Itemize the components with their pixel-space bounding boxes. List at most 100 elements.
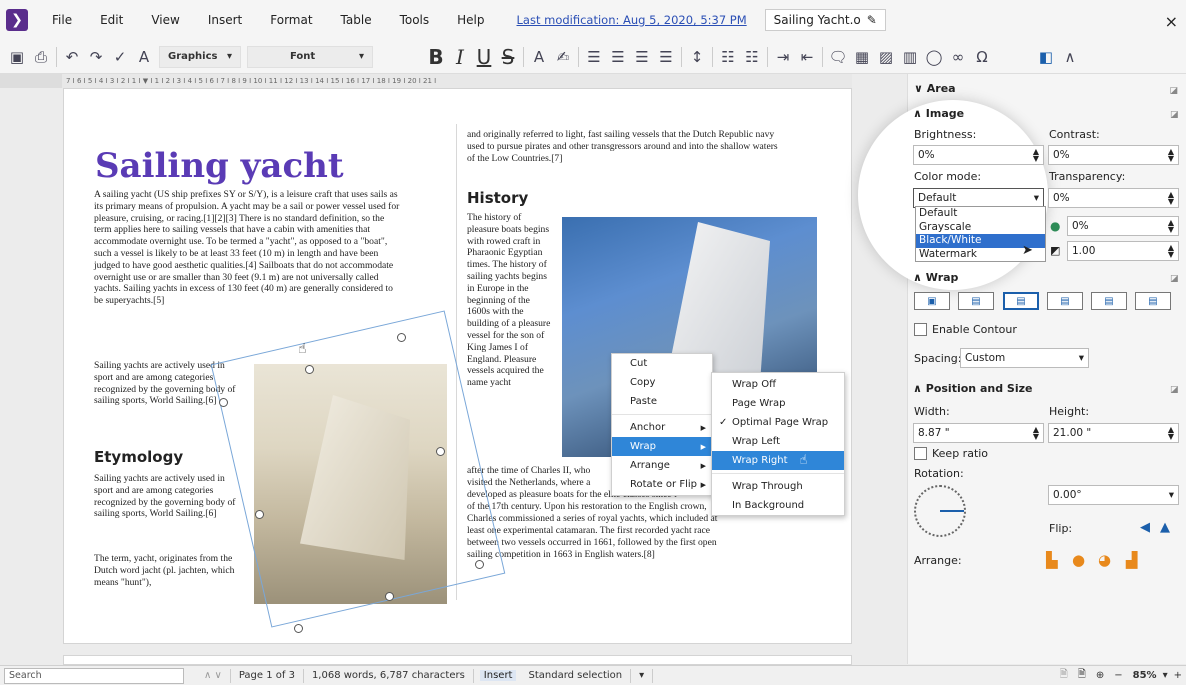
italic-button[interactable]: I [451,45,469,69]
image-section-header[interactable]: ∧ Image [913,107,964,120]
color-mode-select[interactable]: Default ▾ [913,188,1044,208]
redo-icon[interactable]: ↷ [87,48,105,66]
doc-modified-icon[interactable]: 🗎 [1078,667,1086,684]
zoom-fit-icon[interactable]: ⊕ [1096,670,1104,681]
resize-handle[interactable] [436,447,445,456]
menu-table[interactable]: Table [341,13,372,27]
wrap-section-header[interactable]: ∧ Wrap [913,271,958,284]
last-modification-link[interactable]: Last modification: Aug 5, 2020, 5:37 PM [517,13,747,27]
print-icon[interactable]: ⎙ [32,48,50,66]
special-character-icon[interactable]: Ω [973,48,991,66]
zoom-in-icon[interactable]: + [1174,670,1182,681]
align-center-icon[interactable]: ☰ [609,48,627,66]
align-right-icon[interactable]: ☰ [633,48,651,66]
rotation-field[interactable]: 0.00° ▾ [1048,485,1179,505]
menu-edit[interactable]: Edit [100,13,123,27]
insert-mode[interactable]: Insert [479,670,517,681]
wrap-optimal-button[interactable]: ▤ [1003,292,1039,310]
wrap-through-button[interactable]: ▤ [1135,292,1171,310]
spacing-select[interactable]: Custom ▾ [960,348,1089,368]
zoom-out-icon[interactable]: − [1114,670,1122,681]
shapes-icon[interactable]: ◯ [925,48,943,66]
sidebar-toggle-icon[interactable]: ◧ [1037,48,1055,66]
resize-handle[interactable] [397,333,406,342]
table-icon[interactable]: ▦ [853,48,871,66]
chevron-down-icon[interactable]: ▾ [1163,670,1168,681]
back-one-icon[interactable]: ◕ [1098,551,1111,569]
strikethrough-button[interactable]: S [499,45,517,69]
chevron-down-icon[interactable]: ▾ [631,668,654,683]
optimal-page-wrap[interactable]: ✓ Optimal Page Wrap [712,413,844,432]
indent-decrease-icon[interactable]: ⇤ [798,48,816,66]
collapse-icon[interactable]: ∧ [1061,48,1079,66]
horizontal-ruler[interactable]: 7 I 6 I 5 I 4 I 3 I 2 I 1 I ▼ I 1 I 2 I … [62,74,852,88]
wrap-off[interactable]: Wrap Off [712,375,844,394]
style-select[interactable]: Graphics ▾ [159,45,241,68]
spinner-icon[interactable]: ▲ ▼ [1033,426,1039,441]
menu-insert[interactable]: Insert [208,13,242,27]
bring-to-front-icon[interactable]: ▙ [1046,551,1058,569]
underline-button[interactable]: U [475,45,493,69]
context-cut[interactable]: Cut [612,354,712,373]
spinner-icon[interactable]: ▲ ▼ [1168,426,1174,441]
document-title-field[interactable]: Sailing Yacht.o ✎ [764,9,886,31]
forward-one-icon[interactable]: ● [1072,551,1085,569]
position-size-header[interactable]: ∧ Position and Size [913,382,1032,395]
more-options-icon[interactable]: ◪ [1169,86,1178,96]
font-size-select[interactable] [379,46,421,68]
link-icon[interactable]: ∞ [949,48,967,66]
brightness-field[interactable]: 0% ▲ ▼ [913,145,1044,165]
spinner-icon[interactable]: ▲ ▼ [1168,244,1174,259]
align-left-icon[interactable]: ☰ [585,48,603,66]
word-count[interactable]: 1,068 words, 6,787 characters [304,668,474,683]
spinner-icon[interactable]: ▲ ▼ [1168,191,1174,206]
context-wrap[interactable]: Wrap ▶ [612,437,712,456]
context-rotate-flip[interactable]: Rotate or Flip ▶ [612,475,712,494]
spinner-icon[interactable]: ▲ ▼ [1168,219,1174,234]
menu-view[interactable]: View [151,13,179,27]
bullets-icon[interactable]: ☷ [719,48,737,66]
more-options-icon[interactable]: ◪ [1170,385,1179,395]
area-section-header[interactable]: ∨ Area [914,82,956,95]
zoom-level[interactable]: 85% [1133,670,1157,681]
color-mode-option[interactable]: Grayscale [916,221,1045,235]
app-logo-icon[interactable]: ❯ [6,9,28,31]
wrap-through[interactable]: Wrap Through [712,477,844,496]
spinner-icon[interactable]: ▲ ▼ [1168,148,1174,163]
height-field[interactable]: 21.00 " ▲ ▼ [1048,423,1179,443]
flip-horizontal-icon[interactable]: ▲ [1160,520,1170,535]
menu-help[interactable]: Help [457,13,484,27]
context-anchor[interactable]: Anchor ▶ [612,418,712,437]
context-copy[interactable]: Copy [612,373,712,392]
comment-icon[interactable]: 🗨 [828,48,847,66]
chart-icon[interactable]: ▥ [901,48,919,66]
align-justify-icon[interactable]: ☰ [657,48,675,66]
color-mode-option[interactable]: Default [916,207,1045,221]
contrast-field[interactable]: 0% ▲ ▼ [1048,145,1179,165]
wrap-right-button[interactable]: ▤ [1091,292,1127,310]
wrap-page-button[interactable]: ▤ [958,292,994,310]
clear-formatting-icon[interactable]: A [135,48,153,66]
page-wrap[interactable]: Page Wrap [712,394,844,413]
resize-handle[interactable] [294,624,303,633]
more-options-icon[interactable]: ◪ [1170,274,1179,284]
save-icon[interactable]: ▣ [8,48,26,66]
wrap-left[interactable]: Wrap Left [712,432,844,451]
line-spacing-icon[interactable]: ↕ [688,48,706,66]
resize-handle[interactable] [475,560,484,569]
flip-vertical-icon[interactable]: ◀ [1140,520,1150,535]
context-arrange[interactable]: Arrange ▶ [612,456,712,475]
search-input[interactable]: Search [4,667,184,684]
doc-signature-icon[interactable]: 🗎 [1060,667,1068,684]
image-icon[interactable]: ▨ [877,48,895,66]
highlight-icon[interactable]: ✍ [554,48,572,66]
resize-handle[interactable] [255,510,264,519]
indent-increase-icon[interactable]: ⇥ [774,48,792,66]
clone-formatting-icon[interactable]: ✓ [111,48,129,66]
page-indicator[interactable]: Page 1 of 3 [231,668,304,683]
close-icon[interactable]: × [1165,12,1178,31]
wrap-none-button[interactable]: ▣ [914,292,950,310]
transparency-field[interactable]: 0% ▲ ▼ [1048,188,1179,208]
width-field[interactable]: 8.87 " ▲ ▼ [913,423,1044,443]
resize-handle[interactable] [385,592,394,601]
